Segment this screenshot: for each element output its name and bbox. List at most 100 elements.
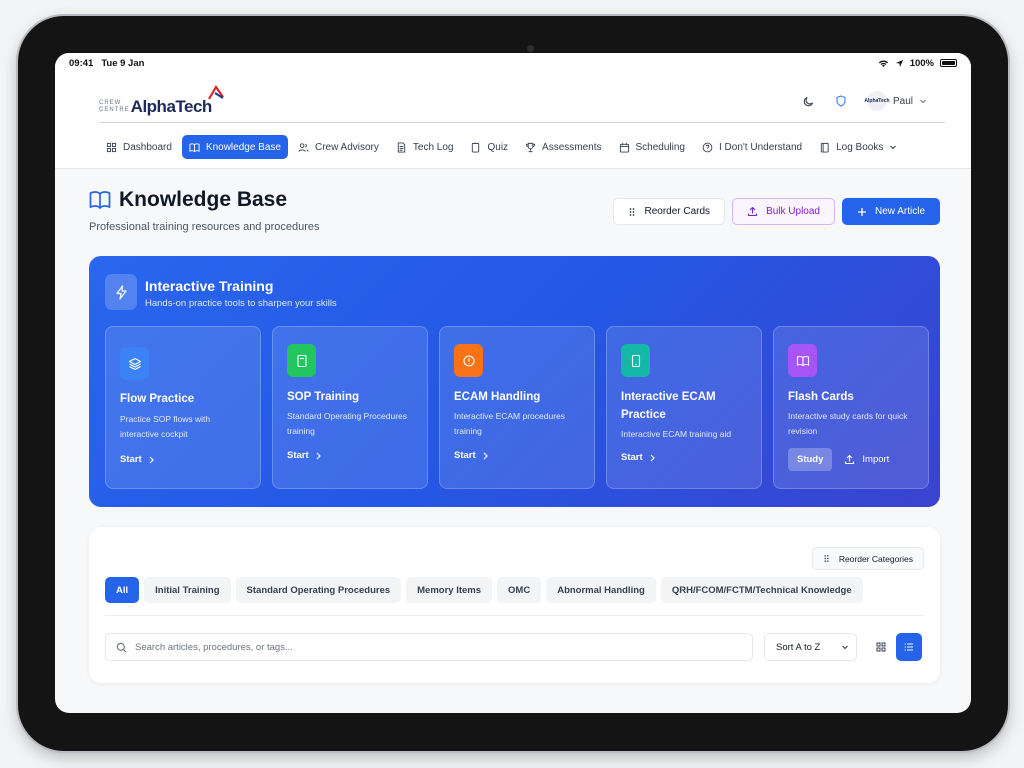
- chevron-right-icon: [650, 454, 655, 461]
- reorder-categories-button[interactable]: Reorder Categories: [811, 547, 924, 570]
- card-sop-training[interactable]: SOP Training Standard Operating Procedur…: [272, 326, 428, 489]
- tablet-icon: [621, 344, 650, 377]
- shield-icon[interactable]: [835, 95, 847, 107]
- card-title: ECAM Handling: [454, 391, 541, 403]
- grid-view-button[interactable]: [868, 633, 894, 661]
- list-icon: [904, 643, 913, 651]
- drag-handle-icon: [824, 555, 829, 562]
- chip-all[interactable]: All: [105, 577, 140, 603]
- page-subtitle: Professional training resources and proc…: [89, 221, 320, 233]
- nav-i-dont-understand[interactable]: I Don't Understand: [695, 135, 809, 159]
- moon-icon[interactable]: [803, 95, 815, 107]
- view-toggle: [868, 633, 922, 661]
- page-header: Knowledge Base Professional training res…: [89, 188, 320, 233]
- nav-label: Log Books: [836, 141, 884, 153]
- logo-centre-text: CENTRE: [99, 107, 130, 113]
- import-button[interactable]: Import: [844, 454, 889, 465]
- nav-knowledge-base[interactable]: Knowledge Base: [181, 135, 288, 159]
- book-icon: [89, 191, 111, 210]
- card-title: Interactive ECAM Practice: [621, 391, 716, 421]
- divider: [105, 615, 924, 616]
- chevron-right-icon: [316, 452, 321, 459]
- nav-scheduling[interactable]: Scheduling: [612, 135, 692, 159]
- book-icon: [189, 142, 200, 152]
- card-start-link[interactable]: Start: [454, 450, 489, 461]
- card-title: Flash Cards: [788, 391, 854, 403]
- calendar-icon: [619, 142, 629, 153]
- search-input[interactable]: Search articles, procedures, or tags...: [105, 633, 753, 661]
- page-actions: Reorder Cards Bulk Upload New Article: [613, 198, 940, 225]
- card-start-link[interactable]: Start: [287, 450, 322, 461]
- search-placeholder: Search articles, procedures, or tags...: [135, 641, 293, 653]
- location-icon: [895, 59, 903, 67]
- card-start-link[interactable]: Start: [120, 454, 155, 465]
- nav-label: Quiz: [487, 141, 509, 153]
- articles-filter-panel: Reorder Categories All Initial Training …: [89, 527, 940, 683]
- user-menu[interactable]: AlphaTech Paul: [864, 91, 927, 111]
- nav-crew-advisory[interactable]: Crew Advisory: [291, 135, 386, 159]
- button-label: Reorder Categories: [838, 553, 913, 564]
- clipboard-icon: [472, 142, 480, 153]
- logo-mark-icon: [208, 85, 224, 100]
- card-flash-cards[interactable]: Flash Cards Interactive study cards for …: [773, 326, 929, 489]
- nav-quiz[interactable]: Quiz: [463, 135, 515, 159]
- battery-percent: 100%: [909, 57, 934, 69]
- chevron-down-icon: [920, 99, 926, 104]
- chip-abnormal-handling[interactable]: Abnormal Handling: [546, 577, 656, 603]
- notebook-icon: [820, 142, 829, 153]
- reorder-cards-button[interactable]: Reorder Cards: [613, 198, 726, 225]
- nav-label: Assessments: [542, 141, 602, 153]
- lightning-icon: [105, 274, 137, 310]
- chevron-right-icon: [149, 456, 154, 463]
- brand-logo[interactable]: CREW CENTRE AlphaTech: [99, 85, 224, 117]
- nav-label: Scheduling: [635, 141, 685, 153]
- page-title: Knowledge Base: [89, 188, 320, 212]
- grid-icon: [876, 642, 886, 652]
- card-start-link[interactable]: Start: [621, 452, 656, 463]
- card-interactive-ecam-practice[interactable]: Interactive ECAM Practice Interactive EC…: [606, 326, 762, 489]
- status-bar: 09:41 Tue 9 Jan 100%: [55, 53, 971, 73]
- button-label: New Article: [874, 206, 925, 217]
- button-label: Bulk Upload: [766, 206, 820, 217]
- card-flow-practice[interactable]: Flow Practice Practice SOP flows with in…: [105, 326, 261, 489]
- chip-memory-items[interactable]: Memory Items: [406, 577, 493, 603]
- page-title-text: Knowledge Base: [119, 188, 288, 211]
- chip-omc[interactable]: OMC: [497, 577, 542, 603]
- header-controls: AlphaTech Paul: [803, 91, 927, 111]
- training-subtitle: Hands-on practice tools to sharpen your …: [145, 298, 337, 309]
- sort-value: Sort A to Z: [776, 641, 821, 653]
- chevron-down-icon: [890, 145, 897, 150]
- status-date: Tue 9 Jan: [101, 57, 145, 69]
- nav-label: Dashboard: [123, 141, 172, 153]
- alert-circle-icon: [454, 344, 483, 377]
- avatar: AlphaTech: [864, 91, 890, 111]
- nav-tech-log[interactable]: Tech Log: [389, 135, 461, 159]
- chevron-right-icon: [483, 452, 488, 459]
- upload-icon: [748, 206, 758, 217]
- status-time: 09:41: [69, 57, 94, 69]
- help-icon: [702, 142, 713, 152]
- nav-dashboard[interactable]: Dashboard: [99, 135, 179, 159]
- chip-sop[interactable]: Standard Operating Procedures: [235, 577, 402, 603]
- open-book-icon: [788, 344, 817, 377]
- training-title: Interactive Training: [145, 278, 274, 294]
- app-header: CREW CENTRE AlphaTech AlphaTech Paul Das…: [55, 73, 971, 169]
- bulk-upload-button[interactable]: Bulk Upload: [732, 198, 835, 225]
- grid-icon: [106, 142, 117, 152]
- nav-assessments[interactable]: Assessments: [518, 135, 608, 159]
- study-button[interactable]: Study: [788, 448, 833, 471]
- chip-initial-training[interactable]: Initial Training: [144, 577, 231, 603]
- card-desc: Interactive ECAM training aid: [621, 429, 732, 439]
- card-ecam-handling[interactable]: ECAM Handling Interactive ECAM procedure…: [439, 326, 595, 489]
- layers-icon: [120, 347, 149, 380]
- search-icon: [116, 642, 127, 652]
- chip-technical-knowledge[interactable]: QRH/FCOM/FCTM/Technical Knowledge: [660, 577, 863, 603]
- trophy-icon: [525, 142, 536, 152]
- list-view-button[interactable]: [896, 633, 922, 661]
- import-label: Import: [862, 454, 890, 465]
- new-article-button[interactable]: New Article: [841, 198, 940, 225]
- nav-log-books[interactable]: Log Books: [812, 135, 904, 159]
- header-rule: [99, 122, 945, 123]
- camera: [527, 45, 534, 52]
- sort-select[interactable]: Sort A to Z: [764, 633, 857, 661]
